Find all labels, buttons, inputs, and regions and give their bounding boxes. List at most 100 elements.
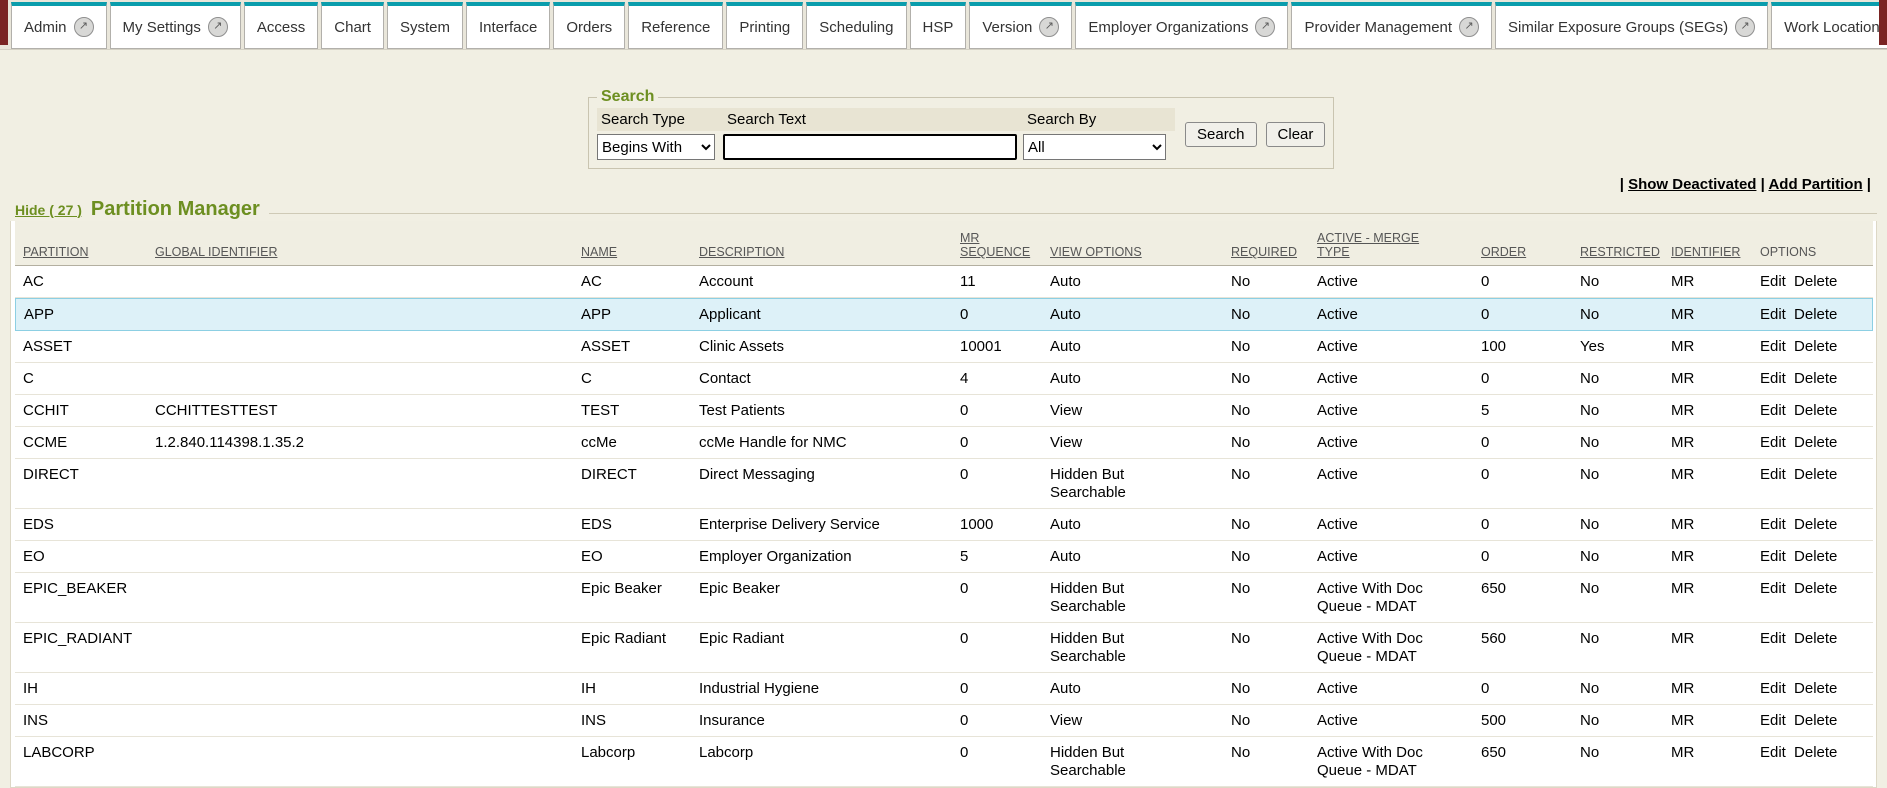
tab-hsp[interactable]: HSP bbox=[910, 2, 967, 49]
show-deactivated-link[interactable]: Show Deactivated bbox=[1628, 176, 1756, 193]
tab-scheduling[interactable]: Scheduling bbox=[806, 2, 906, 49]
circular-arrow-icon[interactable]: ↗ bbox=[1459, 17, 1479, 37]
edit-link[interactable]: Edit bbox=[1760, 712, 1786, 729]
circular-arrow-icon[interactable]: ↗ bbox=[1735, 17, 1755, 37]
cell-partition: EDS bbox=[15, 509, 147, 541]
tab-work-locations[interactable]: Work Locations↗ bbox=[1771, 2, 1887, 49]
edit-link[interactable]: Edit bbox=[1760, 548, 1786, 565]
delete-link[interactable]: Delete bbox=[1794, 306, 1837, 323]
tab-similar-exposure-groups-segs[interactable]: Similar Exposure Groups (SEGs)↗ bbox=[1495, 2, 1768, 49]
edit-link[interactable]: Edit bbox=[1760, 680, 1786, 697]
delete-link[interactable]: Delete bbox=[1794, 402, 1837, 419]
delete-link[interactable]: Delete bbox=[1794, 548, 1837, 565]
tab-printing[interactable]: Printing bbox=[726, 2, 803, 49]
edit-link[interactable]: Edit bbox=[1760, 516, 1786, 533]
clear-button[interactable]: Clear bbox=[1266, 122, 1326, 147]
delete-link[interactable]: Delete bbox=[1794, 680, 1837, 697]
table-row[interactable]: EPIC_RADIANTEpic RadiantEpic Radiant0Hid… bbox=[15, 623, 1873, 673]
cell-value: Auto bbox=[1050, 548, 1081, 566]
column-header-label[interactable]: ORDER bbox=[1481, 245, 1526, 259]
column-header-label[interactable]: PARTITION bbox=[23, 245, 89, 259]
column-header-required[interactable]: REQUIRED bbox=[1223, 221, 1309, 266]
edit-link[interactable]: Edit bbox=[1760, 434, 1786, 451]
table-row[interactable]: ACACAccount11AutoNoActive0NoMREdit Delet… bbox=[15, 266, 1873, 298]
column-header-restricted[interactable]: RESTRICTED bbox=[1572, 221, 1663, 266]
delete-link[interactable]: Delete bbox=[1794, 338, 1837, 355]
tab-admin[interactable]: Admin↗ bbox=[11, 2, 107, 49]
column-header-label[interactable]: IDENTIFIER bbox=[1671, 245, 1740, 259]
column-header-label[interactable]: GLOBAL IDENTIFIER bbox=[155, 245, 277, 259]
cell-value: No bbox=[1580, 548, 1599, 565]
table-row[interactable]: CCHITCCHITTESTTESTTESTTest Patients0View… bbox=[15, 395, 1873, 427]
delete-link[interactable]: Delete bbox=[1794, 273, 1837, 290]
cell-mr_sequence: 10001 bbox=[952, 331, 1042, 363]
column-header-active_merge_type[interactable]: ACTIVE - MERGE TYPE bbox=[1309, 221, 1473, 266]
column-header-label[interactable]: RESTRICTED bbox=[1580, 245, 1660, 259]
tab-provider-management[interactable]: Provider Management↗ bbox=[1291, 2, 1492, 49]
tab-system[interactable]: System bbox=[387, 2, 463, 49]
column-header-mr_sequence[interactable]: MR SEQUENCE bbox=[952, 221, 1042, 266]
column-header-view_options[interactable]: VIEW OPTIONS bbox=[1042, 221, 1223, 266]
circular-arrow-icon[interactable]: ↗ bbox=[208, 17, 228, 37]
column-header-label[interactable]: ACTIVE - MERGE TYPE bbox=[1317, 231, 1429, 259]
edit-link[interactable]: Edit bbox=[1760, 370, 1786, 387]
column-header-global_identifier[interactable]: GLOBAL IDENTIFIER bbox=[147, 221, 573, 266]
add-partition-link[interactable]: Add Partition bbox=[1768, 176, 1862, 193]
circular-arrow-icon[interactable]: ↗ bbox=[74, 17, 94, 37]
edit-link[interactable]: Edit bbox=[1760, 466, 1786, 483]
table-row[interactable]: APPAPPApplicant0AutoNoActive0NoMREdit De… bbox=[15, 298, 1873, 331]
table-row[interactable]: CCME1.2.840.114398.1.35.2ccMeccMe Handle… bbox=[15, 427, 1873, 459]
tab-interface[interactable]: Interface bbox=[466, 2, 550, 49]
tab-chart[interactable]: Chart bbox=[321, 2, 384, 49]
delete-link[interactable]: Delete bbox=[1794, 370, 1837, 387]
tab-reference[interactable]: Reference bbox=[628, 2, 723, 49]
delete-link[interactable]: Delete bbox=[1794, 744, 1837, 761]
delete-link[interactable]: Delete bbox=[1794, 580, 1837, 597]
delete-link[interactable]: Delete bbox=[1794, 434, 1837, 451]
edit-link[interactable]: Edit bbox=[1760, 402, 1786, 419]
search-text-input[interactable] bbox=[723, 134, 1017, 160]
tab-version[interactable]: Version↗ bbox=[969, 2, 1072, 49]
column-header-order[interactable]: ORDER bbox=[1473, 221, 1572, 266]
tab-my-settings[interactable]: My Settings↗ bbox=[110, 2, 241, 49]
table-row[interactable]: LABCORPLabcorpLabcorp0Hidden But Searcha… bbox=[15, 737, 1873, 787]
hide-link[interactable]: Hide ( 27 ) bbox=[15, 202, 82, 218]
column-header-name[interactable]: NAME bbox=[573, 221, 691, 266]
circular-arrow-icon[interactable]: ↗ bbox=[1255, 17, 1275, 37]
circular-arrow-icon[interactable]: ↗ bbox=[1039, 17, 1059, 37]
edit-link[interactable]: Edit bbox=[1760, 273, 1786, 290]
cell-order: 0 bbox=[1473, 541, 1572, 573]
column-header-label[interactable]: REQUIRED bbox=[1231, 245, 1297, 259]
table-row[interactable]: EPIC_BEAKEREpic BeakerEpic Beaker0Hidden… bbox=[15, 573, 1873, 623]
table-row[interactable]: EOEOEmployer Organization5AutoNoActive0N… bbox=[15, 541, 1873, 573]
table-row[interactable]: ASSETASSETClinic Assets10001AutoNoActive… bbox=[15, 331, 1873, 363]
search-button[interactable]: Search bbox=[1185, 122, 1257, 147]
table-row[interactable]: INSINSInsurance0ViewNoActive500NoMREdit … bbox=[15, 705, 1873, 737]
edit-link[interactable]: Edit bbox=[1760, 338, 1786, 355]
cell-global_identifier bbox=[147, 331, 573, 363]
delete-link[interactable]: Delete bbox=[1794, 466, 1837, 483]
table-row[interactable]: CCContact4AutoNoActive0NoMREdit Delete bbox=[15, 363, 1873, 395]
column-header-label[interactable]: VIEW OPTIONS bbox=[1050, 245, 1142, 259]
search-type-select[interactable]: Begins With bbox=[597, 134, 715, 160]
delete-link[interactable]: Delete bbox=[1794, 712, 1837, 729]
table-row[interactable]: IHIHIndustrial Hygiene0AutoNoActive0NoMR… bbox=[15, 673, 1873, 705]
edit-link[interactable]: Edit bbox=[1760, 630, 1786, 647]
tab-orders[interactable]: Orders bbox=[553, 2, 625, 49]
column-header-label[interactable]: MR SEQUENCE bbox=[960, 231, 1036, 259]
column-header-label[interactable]: NAME bbox=[581, 245, 617, 259]
tab-access[interactable]: Access bbox=[244, 2, 318, 49]
search-by-select[interactable]: All bbox=[1023, 134, 1166, 160]
delete-link[interactable]: Delete bbox=[1794, 516, 1837, 533]
column-header-identifier[interactable]: IDENTIFIER bbox=[1663, 221, 1752, 266]
column-header-partition[interactable]: PARTITION bbox=[15, 221, 147, 266]
table-row[interactable]: EDSEDSEnterprise Delivery Service1000Aut… bbox=[15, 509, 1873, 541]
edit-link[interactable]: Edit bbox=[1760, 580, 1786, 597]
tab-employer-organizations[interactable]: Employer Organizations↗ bbox=[1075, 2, 1288, 49]
edit-link[interactable]: Edit bbox=[1760, 744, 1786, 761]
delete-link[interactable]: Delete bbox=[1794, 630, 1837, 647]
edit-link[interactable]: Edit bbox=[1760, 306, 1786, 323]
column-header-description[interactable]: DESCRIPTION bbox=[691, 221, 952, 266]
column-header-label[interactable]: DESCRIPTION bbox=[699, 245, 784, 259]
table-row[interactable]: DIRECTDIRECTDirect Messaging0Hidden But … bbox=[15, 459, 1873, 509]
